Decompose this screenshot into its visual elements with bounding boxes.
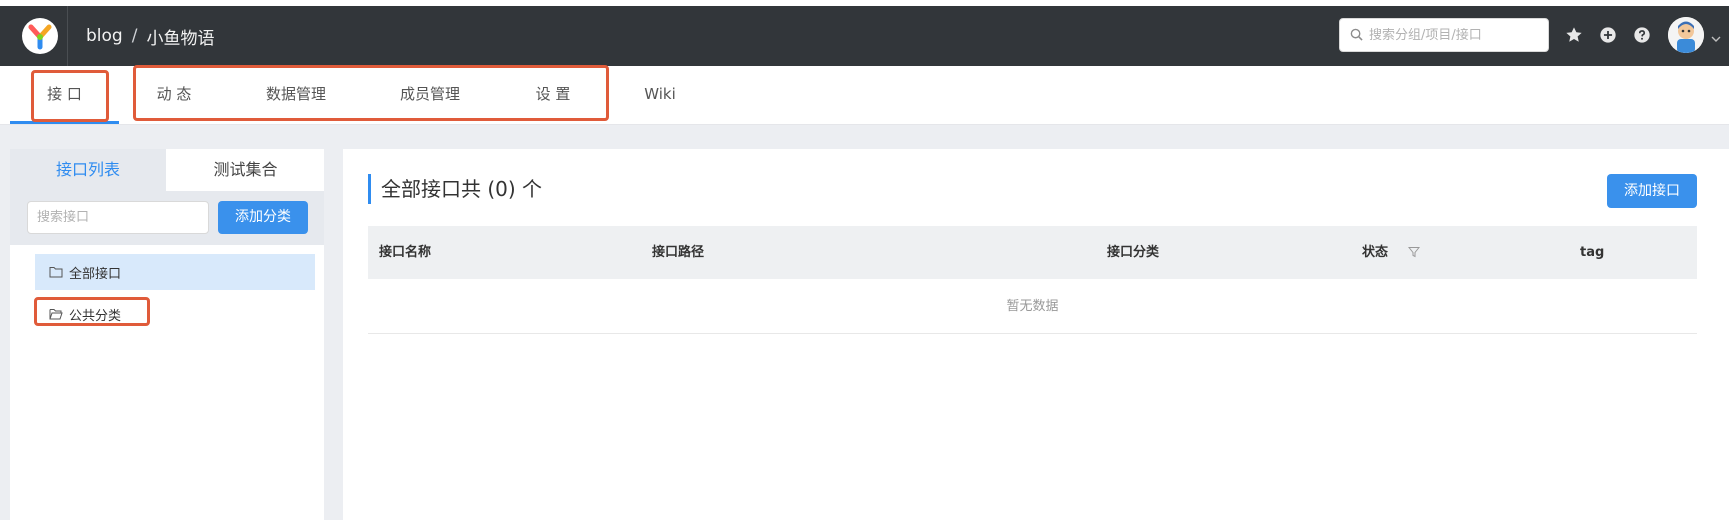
sidebar-toolbar: 添加分类 bbox=[10, 191, 324, 245]
tab-activity[interactable]: 动 态 bbox=[137, 66, 211, 125]
add-interface-button[interactable]: 添加接口 bbox=[1607, 174, 1697, 208]
tab-interface-list[interactable]: 接口列表 bbox=[10, 149, 166, 191]
empty-state: 暂无数据 bbox=[368, 279, 1697, 334]
chevron-down-icon[interactable] bbox=[1710, 30, 1722, 42]
star-icon[interactable] bbox=[1565, 26, 1583, 44]
header-divider bbox=[67, 6, 68, 66]
breadcrumb-project[interactable]: 小鱼物语 bbox=[146, 24, 214, 49]
global-search-input[interactable] bbox=[1369, 27, 1544, 43]
active-tab-indicator bbox=[10, 121, 119, 124]
tab-member-management[interactable]: 成员管理 bbox=[390, 66, 470, 125]
tab-interface[interactable]: 接 口 bbox=[10, 66, 119, 125]
interface-search[interactable] bbox=[27, 201, 209, 234]
tab-data-management[interactable]: 数据管理 bbox=[256, 66, 336, 125]
tab-test-collection[interactable]: 测试集合 bbox=[167, 149, 324, 191]
interface-main-panel: 全部接口共 (0) 个 添加接口 接口名称 接口路径 接口分类 状态 tag 暂… bbox=[343, 149, 1729, 520]
column-tag: tag bbox=[1580, 245, 1605, 260]
column-interface-path: 接口路径 bbox=[652, 245, 705, 260]
top-header: blog / 小鱼物语 bbox=[0, 6, 1729, 66]
question-circle-icon[interactable] bbox=[1633, 26, 1651, 44]
add-category-button[interactable]: 添加分类 bbox=[218, 201, 308, 234]
column-interface-name: 接口名称 bbox=[379, 245, 432, 260]
filter-icon[interactable] bbox=[1407, 246, 1421, 261]
breadcrumb: blog / 小鱼物语 bbox=[86, 24, 214, 49]
avatar[interactable] bbox=[1668, 17, 1704, 53]
column-interface-category: 接口分类 bbox=[1107, 245, 1160, 260]
folder-icon bbox=[49, 267, 63, 278]
tab-settings[interactable]: 设 置 bbox=[525, 66, 581, 125]
category-label: 全部接口 bbox=[69, 266, 122, 282]
tab-wiki[interactable]: Wiki bbox=[630, 66, 690, 125]
table-header: 接口名称 接口路径 接口分类 状态 tag bbox=[368, 226, 1697, 279]
category-label: 公共分类 bbox=[69, 308, 122, 324]
interface-sidebar: 接口列表 测试集合 添加分类 全部接口 公共分类 bbox=[10, 149, 324, 520]
global-search[interactable] bbox=[1339, 18, 1549, 52]
sidebar-tabs: 接口列表 测试集合 bbox=[10, 149, 324, 191]
column-status: 状态 bbox=[1362, 245, 1389, 260]
yapi-logo-icon[interactable] bbox=[22, 18, 58, 54]
folder-open-icon bbox=[49, 309, 63, 320]
category-public[interactable]: 公共分类 bbox=[35, 296, 315, 332]
category-all-interfaces[interactable]: 全部接口 bbox=[35, 254, 315, 290]
plus-circle-icon[interactable] bbox=[1599, 26, 1617, 44]
breadcrumb-group[interactable]: blog bbox=[86, 26, 123, 46]
project-subnav: 接 口 动 态 数据管理 成员管理 设 置 Wiki bbox=[0, 66, 1729, 125]
breadcrumb-separator: / bbox=[131, 26, 138, 46]
search-icon bbox=[1350, 26, 1363, 45]
page-title: 全部接口共 (0) 个 bbox=[368, 174, 542, 204]
interface-search-input[interactable] bbox=[37, 202, 197, 233]
